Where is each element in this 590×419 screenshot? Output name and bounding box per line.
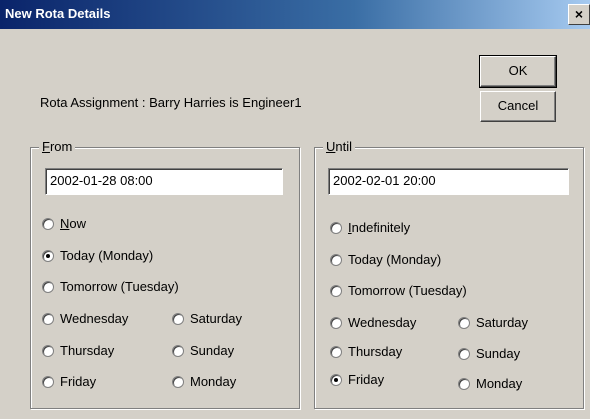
window-title: New Rota Details [5, 6, 111, 21]
radio-label: Wednesday [348, 315, 417, 330]
radio-label: Monday [476, 376, 523, 391]
radio-indicator [42, 376, 54, 388]
radio-label: Tomorrow (Tuesday) [348, 283, 467, 298]
radio-indicator [172, 313, 184, 325]
radio-label: Sunday [476, 346, 521, 361]
from-group-label: From [39, 139, 76, 155]
close-icon: × [574, 6, 584, 22]
radio-label: Now [60, 216, 87, 231]
radio-label: Thursday [348, 344, 403, 359]
radio-label: Indefinitely [348, 220, 411, 235]
rota-assignment-label: Rota Assignment : Barry Harries is Engin… [40, 95, 302, 110]
from-datetime-input[interactable]: 2002-01-28 08:00 [45, 168, 283, 195]
radio-indicator [172, 345, 184, 357]
radio-indicator [330, 374, 342, 386]
radio-label: Friday [348, 372, 385, 387]
radio-indicator [330, 254, 342, 266]
radio-label: Today (Monday) [60, 248, 154, 263]
radio-indicator [42, 250, 54, 262]
radio-indicator [458, 348, 470, 360]
radio-label: Today (Monday) [348, 252, 442, 267]
radio-label: Saturday [190, 311, 243, 326]
radio-indicator [458, 378, 470, 390]
cancel-button[interactable]: Cancel [480, 91, 556, 122]
radio-label: Wednesday [60, 311, 129, 326]
until-group-label: Until [323, 139, 356, 155]
ok-button[interactable]: OK [479, 55, 557, 88]
radio-label: Tomorrow (Tuesday) [60, 279, 179, 294]
radio-label: Thursday [60, 343, 115, 358]
close-button[interactable]: × [568, 4, 590, 25]
radio-indicator [330, 222, 342, 234]
radio-label: Friday [60, 374, 97, 389]
radio-indicator [42, 313, 54, 325]
until-datetime-input[interactable]: 2002-02-01 20:00 [328, 168, 569, 195]
rota-details-dialog: New Rota Details × Rota Assignment : Bar… [0, 0, 590, 419]
title-bar[interactable]: New Rota Details × [0, 0, 590, 29]
radio-indicator [172, 376, 184, 388]
radio-indicator [458, 317, 470, 329]
radio-indicator [42, 281, 54, 293]
radio-label: Saturday [476, 315, 529, 330]
radio-indicator [330, 346, 342, 358]
radio-label: Monday [190, 374, 237, 389]
radio-indicator [330, 317, 342, 329]
radio-indicator [42, 345, 54, 357]
radio-indicator [330, 285, 342, 297]
radio-label: Sunday [190, 343, 235, 358]
radio-indicator [42, 218, 54, 230]
